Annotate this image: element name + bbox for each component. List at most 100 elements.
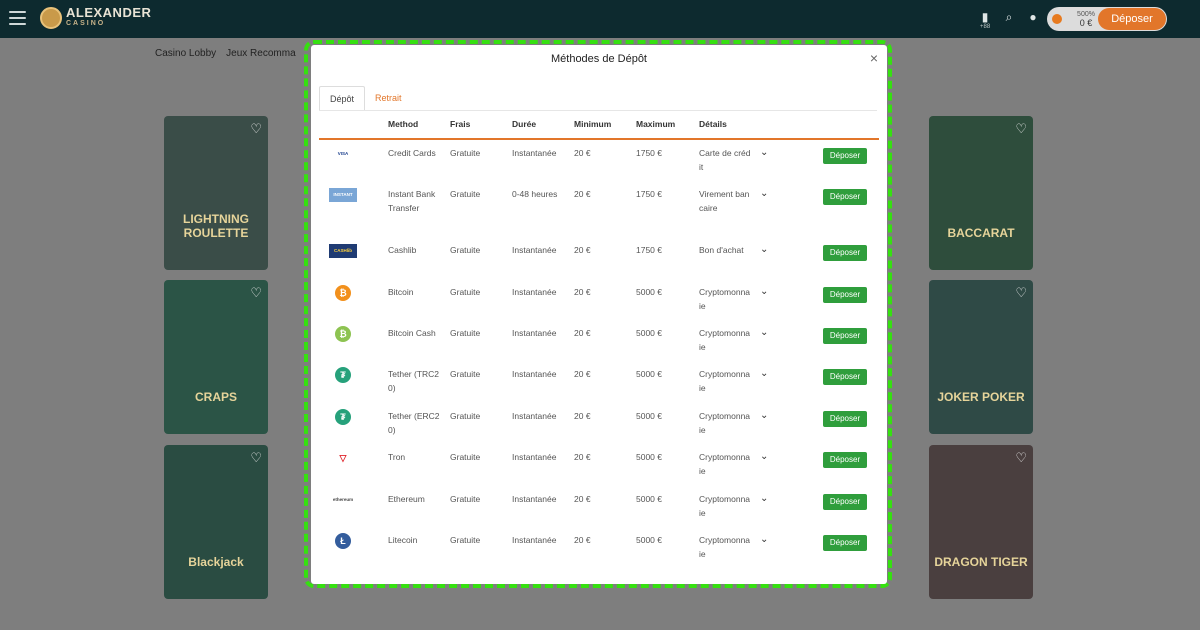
method-name: Credit Cards bbox=[388, 148, 436, 158]
table-row: ₿ Bitcoin Cash Gratuite Instantanée 20 € 5000… bbox=[311, 326, 887, 368]
chevron-down-icon[interactable]: ⌄ bbox=[760, 451, 768, 462]
method-duration: Instantanée bbox=[512, 452, 557, 462]
method-name: Tether (ERC20) bbox=[388, 411, 440, 435]
chevron-down-icon[interactable]: ⌄ bbox=[760, 327, 768, 338]
method-fee: Gratuite bbox=[450, 452, 481, 462]
chevron-down-icon[interactable]: ⌄ bbox=[760, 410, 768, 421]
game-title: CRAPS bbox=[194, 390, 237, 404]
column-method: Method bbox=[388, 119, 419, 129]
deposit-methods-modal: Méthodes de Dépôt × Dépôt Retrait Method… bbox=[311, 45, 887, 584]
balance-label: 500% bbox=[1077, 11, 1095, 18]
game-tile-blackjack[interactable]: ♡ Blackjack bbox=[164, 445, 268, 599]
method-minimum: 20 € bbox=[574, 369, 591, 379]
header-deposit-button[interactable]: Déposer bbox=[1098, 8, 1166, 30]
method-duration: Instantanée bbox=[512, 411, 557, 421]
visa-logo-icon: VISA bbox=[329, 147, 357, 161]
method-maximum: 5000 € bbox=[636, 452, 662, 462]
method-logo: ₿ bbox=[329, 326, 357, 342]
hamburger-menu-icon[interactable] bbox=[9, 11, 26, 25]
method-name: Bitcoin Cash bbox=[388, 328, 436, 338]
deposit-button[interactable]: Déposer bbox=[823, 328, 867, 344]
method-duration: Instantanée bbox=[512, 245, 557, 255]
chat-icon[interactable]: ● bbox=[1026, 10, 1040, 24]
favorite-heart-icon[interactable]: ♡ bbox=[1015, 285, 1027, 301]
deposit-button[interactable]: Déposer bbox=[823, 494, 867, 510]
chevron-down-icon[interactable]: ⌄ bbox=[760, 368, 768, 379]
method-minimum: 20 € bbox=[574, 535, 591, 545]
table-row: ▽ Tron Gratuite Instantanée 20 € 5000 € Crypto… bbox=[311, 450, 887, 492]
chevron-down-icon[interactable]: ⌄ bbox=[760, 286, 768, 297]
deposit-button[interactable]: Déposer bbox=[823, 189, 867, 205]
chevron-down-icon[interactable]: ⌄ bbox=[760, 147, 768, 158]
deposit-button[interactable]: Déposer bbox=[823, 369, 867, 385]
method-logo: ₮ bbox=[329, 409, 357, 425]
method-name: Tron bbox=[388, 452, 406, 462]
favorite-heart-icon[interactable]: ♡ bbox=[250, 285, 262, 301]
deposit-button[interactable]: Déposer bbox=[823, 411, 867, 427]
game-tile-craps[interactable]: ♡ CRAPS bbox=[164, 280, 268, 434]
method-maximum: 5000 € bbox=[636, 411, 662, 421]
method-minimum: 20 € bbox=[574, 452, 591, 462]
tab-deposit[interactable]: Dépôt bbox=[319, 86, 366, 111]
search-icon[interactable]: ⌕ bbox=[1002, 10, 1016, 24]
method-logo: ₿ bbox=[329, 285, 357, 301]
method-name: Bitcoin bbox=[388, 287, 414, 297]
chevron-down-icon[interactable]: ⌄ bbox=[760, 188, 768, 199]
bitcoin-cash-icon: ₿ bbox=[335, 326, 351, 342]
chevron-down-icon[interactable]: ⌄ bbox=[760, 534, 768, 545]
method-fee: Gratuite bbox=[450, 411, 481, 421]
game-tile-dragon-tiger[interactable]: ♡ DRAGON TIGER bbox=[929, 445, 1033, 599]
column-minimum: Minimum bbox=[574, 119, 612, 129]
method-maximum: 1750 € bbox=[636, 189, 662, 199]
method-logo: VISA bbox=[329, 146, 357, 162]
leaderboard-icon[interactable]: ▮ bbox=[978, 10, 992, 24]
balance-amount: 0 € bbox=[1079, 18, 1093, 28]
deposit-button[interactable]: Déposer bbox=[823, 452, 867, 468]
alert-icon bbox=[1052, 14, 1062, 24]
logo-badge-icon bbox=[40, 7, 62, 29]
breadcrumb-recommended[interactable]: Jeux Recomma bbox=[226, 48, 295, 59]
instant-banking-logo-icon: INSTANT BANKING bbox=[329, 188, 357, 211]
close-icon[interactable]: × bbox=[870, 50, 878, 66]
method-details: Cryptomonnaie bbox=[699, 369, 751, 393]
favorite-heart-icon[interactable]: ♡ bbox=[1015, 450, 1027, 466]
method-duration: Instantanée bbox=[512, 535, 557, 545]
favorite-heart-icon[interactable]: ♡ bbox=[250, 450, 262, 466]
method-duration: Instantanée bbox=[512, 148, 557, 158]
method-fee: Gratuite bbox=[450, 369, 481, 379]
method-duration: Instantanée bbox=[512, 494, 557, 504]
favorite-heart-icon[interactable]: ♡ bbox=[1015, 121, 1027, 137]
casino-logo[interactable]: ALEXANDER CASINO bbox=[40, 6, 151, 29]
deposit-button[interactable]: Déposer bbox=[823, 148, 867, 164]
deposit-button[interactable]: Déposer bbox=[823, 535, 867, 551]
favorite-heart-icon[interactable]: ♡ bbox=[250, 121, 262, 137]
game-tile-joker-poker[interactable]: ♡ JOKER POKER bbox=[929, 280, 1033, 434]
method-details: Cryptomonnaie bbox=[699, 535, 751, 559]
method-fee: Gratuite bbox=[450, 148, 481, 158]
breadcrumb-casino-lobby[interactable]: Casino Lobby bbox=[155, 48, 216, 59]
modal-tabs: Dépôt Retrait bbox=[319, 86, 412, 111]
table-row: CASHlib Cashlib Gratuite Instantanée 20 € 175… bbox=[311, 243, 887, 285]
bitcoin-icon: ₿ bbox=[335, 285, 351, 301]
method-details: Cryptomonnaie bbox=[699, 494, 751, 518]
method-maximum: 5000 € bbox=[636, 494, 662, 504]
method-logo: INSTANT BANKING bbox=[329, 187, 357, 211]
table-row: VISA Credit Cards Gratuite Instantanée 20 € 1… bbox=[311, 146, 887, 188]
method-fee: Gratuite bbox=[450, 535, 481, 545]
deposit-button[interactable]: Déposer bbox=[823, 287, 867, 303]
table-row: INSTANT BANKING Instant Bank Transfer Grat… bbox=[311, 187, 887, 229]
method-maximum: 1750 € bbox=[636, 148, 662, 158]
method-duration: Instantanée bbox=[512, 328, 557, 338]
method-duration: Instantanée bbox=[512, 369, 557, 379]
game-tile-baccarat[interactable]: ♡ BACCARAT bbox=[929, 116, 1033, 270]
chevron-down-icon[interactable]: ⌄ bbox=[760, 244, 768, 255]
method-details: Cryptomonnaie bbox=[699, 452, 751, 476]
game-tile-lightning-roulette[interactable]: ♡ LIGHTNING ROULETTE bbox=[164, 116, 268, 270]
game-title: BACCARAT bbox=[947, 226, 1015, 240]
deposit-button[interactable]: Déposer bbox=[823, 245, 867, 261]
tab-withdrawal[interactable]: Retrait bbox=[365, 86, 412, 111]
method-minimum: 20 € bbox=[574, 287, 591, 297]
breadcrumb: Casino Lobby Jeux Recomma bbox=[155, 48, 296, 59]
chevron-down-icon[interactable]: ⌄ bbox=[760, 493, 768, 504]
method-maximum: 5000 € bbox=[636, 369, 662, 379]
